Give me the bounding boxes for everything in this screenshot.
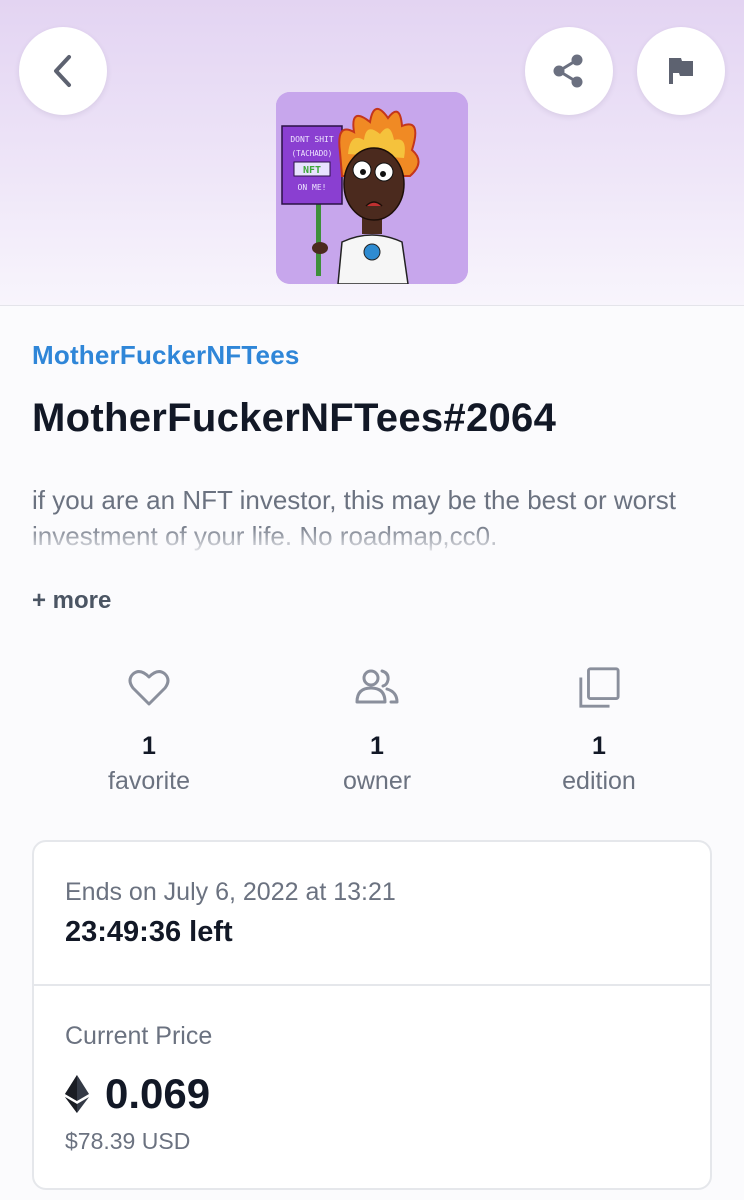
card-divider: [34, 984, 710, 986]
flag-icon: [669, 58, 693, 84]
users-icon: [355, 669, 399, 704]
share-button[interactable]: [525, 27, 613, 115]
sign-line-4: ON ME!: [298, 183, 327, 192]
chevron-left-icon: [54, 55, 71, 87]
favorite-label: favorite: [108, 767, 190, 795]
auction-end-date: Ends on July 6, 2022 at 13:21: [65, 878, 396, 906]
edition-count: 1: [592, 732, 606, 760]
collection-link[interactable]: MotherFuckerNFTees: [32, 340, 300, 371]
price-label: Current Price: [65, 1022, 213, 1050]
edition-label: edition: [562, 767, 636, 795]
owner-stat[interactable]: 1 owner: [277, 666, 477, 796]
edition-stat[interactable]: 1 edition: [499, 666, 699, 796]
copies-icon: [579, 667, 620, 708]
nft-artwork[interactable]: DONT SHIT (TACHADO) NFT ON ME!: [276, 92, 468, 284]
hero-header: DONT SHIT (TACHADO) NFT ON ME!: [0, 0, 744, 306]
report-button[interactable]: [637, 27, 725, 115]
nft-description: if you are an NFT investor, this may be …: [32, 482, 722, 554]
favorite-stat[interactable]: 1 favorite: [49, 666, 249, 796]
back-button[interactable]: [19, 27, 107, 115]
auction-card: Ends on July 6, 2022 at 13:21 23:49:36 l…: [32, 840, 712, 1190]
nft-artwork-illustration: DONT SHIT (TACHADO) NFT ON ME!: [276, 92, 468, 284]
description-fade: [32, 524, 722, 554]
sign-line-3: NFT: [303, 165, 321, 176]
ethereum-icon: [65, 1075, 89, 1113]
owner-label: owner: [342, 767, 412, 795]
countdown-timer: 23:49:36 left: [65, 916, 233, 948]
price-row: 0.069: [65, 1070, 210, 1118]
favorite-count: 1: [142, 732, 156, 760]
owner-count: 1: [370, 732, 384, 760]
more-button[interactable]: + more: [32, 587, 111, 615]
sign-line-2: (TACHADO): [292, 149, 333, 158]
price-usd: $78.39 USD: [65, 1128, 191, 1154]
price-eth: 0.069: [105, 1070, 211, 1117]
sign-line-1: DONT SHIT: [290, 135, 334, 144]
heart-icon: [128, 670, 170, 706]
nft-title: MotherFuckerNFTees#2064: [32, 396, 557, 440]
share-icon: [553, 54, 583, 88]
